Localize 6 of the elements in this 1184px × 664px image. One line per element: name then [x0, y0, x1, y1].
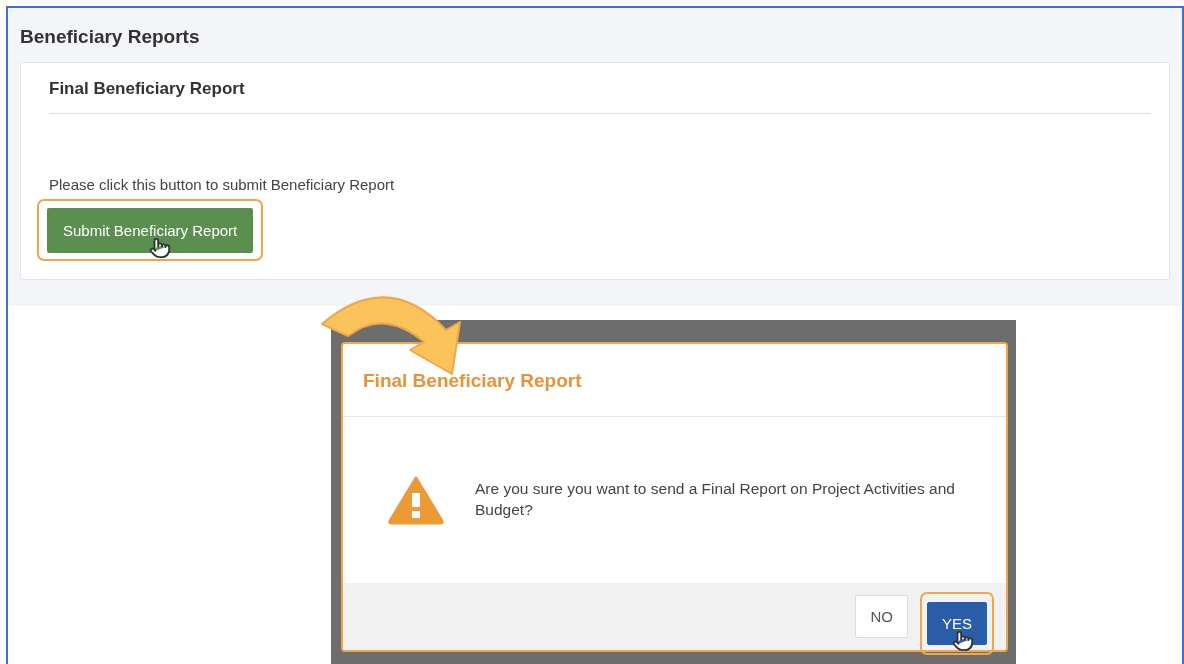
instruction-text: Please click this button to submit Beneficiary Report [49, 176, 396, 193]
warning-icon [387, 475, 445, 525]
dialog-button[interactable]: NO [855, 595, 908, 638]
dialog-message: Are you sure you want to send a Final Report on Project Activities and Budget? [475, 479, 955, 520]
page-title: Beneficiary Reports [20, 26, 201, 48]
card-title: Final Beneficiary Report [49, 79, 1151, 114]
